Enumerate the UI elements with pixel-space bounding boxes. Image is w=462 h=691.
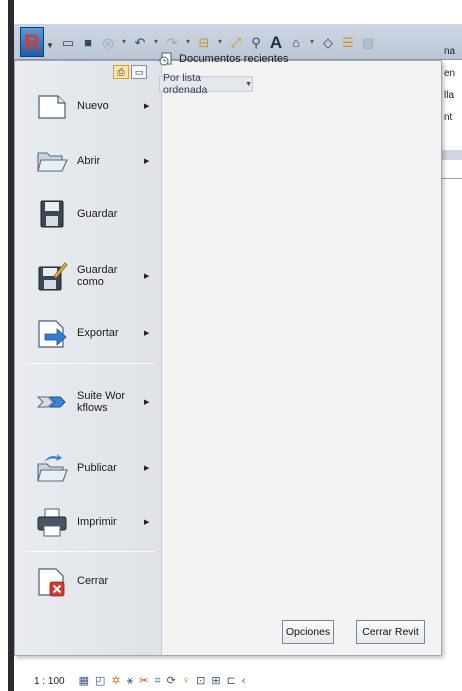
background-text: na xyxy=(444,46,456,57)
exit-revit-button-label: Cerrar Revit xyxy=(362,626,419,638)
text-icon[interactable]: A xyxy=(268,34,284,51)
submenu-arrow-icon: ▶ xyxy=(144,399,150,406)
menu-item-export[interactable]: Exportar ▶ xyxy=(15,313,162,353)
chevron-down-icon: ▼ xyxy=(245,80,252,88)
menu-item-label: Imprimir xyxy=(77,516,117,528)
detail-level-icon[interactable]: ▦ xyxy=(79,675,89,687)
menu-item-label: Exportar xyxy=(77,327,119,339)
background-text: nt xyxy=(444,112,453,123)
3d-view-icon[interactable]: ⌂ xyxy=(288,34,304,50)
menu-item-new[interactable]: Nuevo ▶ xyxy=(15,86,162,126)
redo-icon[interactable]: ↷ xyxy=(164,34,180,50)
measure-icon[interactable]: ⊟ xyxy=(196,34,212,50)
open-documents-view-icon[interactable]: ▭ xyxy=(131,65,147,79)
menu-item-label: Publicar xyxy=(77,462,117,474)
print-icon xyxy=(37,508,67,537)
chevron-down-icon: ▼ xyxy=(46,41,54,50)
suite-workflow-icon xyxy=(36,396,66,408)
temporary-hide-icon[interactable]: ⟳ xyxy=(167,675,176,687)
background-text: en xyxy=(444,68,456,79)
background-text: lla xyxy=(444,90,455,101)
sync-icon[interactable]: ◎ xyxy=(100,34,116,50)
export-icon xyxy=(38,320,67,348)
menu-item-label: Guardar como xyxy=(77,264,118,288)
tag-icon[interactable]: ⚲ xyxy=(248,34,264,50)
application-menu: ⎙ ▭ Nuevo ▶ Abrir ▶ Guardar Guardar como… xyxy=(14,60,442,656)
background-bar xyxy=(442,150,462,160)
save-disk-icon xyxy=(40,200,64,228)
section-icon[interactable]: ◇ xyxy=(320,34,336,50)
analytical-model-icon[interactable]: ⊡ xyxy=(196,675,205,687)
menu-item-label: Nuevo xyxy=(77,100,109,112)
view-scale[interactable]: 1 : 100 xyxy=(34,676,65,687)
submenu-arrow-icon: ▶ xyxy=(144,465,150,472)
collapse-arrow-icon[interactable]: ‹ xyxy=(242,675,246,687)
3d-view-dropdown-icon[interactable]: ▾ xyxy=(308,34,316,50)
recent-documents-header: Documentos recientes xyxy=(159,52,288,66)
submenu-arrow-icon: ▶ xyxy=(144,330,150,337)
measure-dropdown-icon[interactable]: ▾ xyxy=(216,34,224,50)
options-button[interactable]: Opciones xyxy=(282,620,334,644)
background-divider xyxy=(442,178,462,179)
exit-revit-button[interactable]: Cerrar Revit xyxy=(356,620,425,644)
recent-documents-title: Documentos recientes xyxy=(179,53,289,65)
open-folder-icon[interactable]: ▭ xyxy=(60,34,76,50)
submenu-arrow-icon: ▶ xyxy=(144,519,150,526)
recent-documents-view-icon[interactable]: ⎙ xyxy=(113,65,129,79)
show-crop-region-icon[interactable]: ⌗ xyxy=(154,675,160,687)
shadows-icon[interactable]: ⚹ xyxy=(127,675,134,687)
menu-item-publish[interactable]: Publicar ▶ xyxy=(15,448,162,488)
constraints-icon[interactable]: ⊏ xyxy=(227,675,236,687)
submenu-arrow-icon: ▶ xyxy=(144,103,150,110)
sort-dropdown[interactable]: Por lista ordenada ▼ xyxy=(159,72,253,96)
undo-dropdown-icon[interactable]: ▾ xyxy=(152,34,160,50)
menu-item-label: Cerrar xyxy=(77,575,109,587)
menu-item-close[interactable]: Cerrar xyxy=(15,561,162,601)
sun-path-icon[interactable]: ✲ xyxy=(111,675,120,687)
save-icon[interactable]: ■ xyxy=(80,34,96,50)
highlight-displacement-icon[interactable]: ⊞ xyxy=(211,675,220,687)
dimension-icon[interactable]: ⤢ xyxy=(228,34,244,50)
sort-dropdown-value: Por lista ordenada xyxy=(163,72,208,96)
menu-item-suite-workflows[interactable]: Suite Workflows ▶ xyxy=(15,382,162,422)
background-ribbon-fragment: na en lla nt xyxy=(442,46,462,180)
undo-icon[interactable]: ↶ xyxy=(132,34,148,50)
menu-item-label: Guardar xyxy=(77,208,118,220)
new-document-icon xyxy=(38,95,66,119)
application-menu-commands: ⎙ ▭ Nuevo ▶ Abrir ▶ Guardar Guardar como… xyxy=(15,61,162,655)
close-document-icon xyxy=(38,568,65,597)
thin-lines-icon[interactable]: ☰ xyxy=(340,34,356,50)
reveal-hidden-icon[interactable]: ♀ xyxy=(182,675,190,687)
switch-windows-icon[interactable]: ▤ xyxy=(360,34,376,50)
redo-dropdown-icon[interactable]: ▾ xyxy=(184,34,192,50)
menu-divider xyxy=(25,551,155,552)
menu-item-label: Suite Workflows xyxy=(77,390,126,414)
recent-view-toggle: ⎙ ▭ xyxy=(113,65,147,79)
submenu-arrow-icon: ▶ xyxy=(144,273,150,280)
crop-view-icon[interactable]: ✂ xyxy=(139,675,148,687)
menu-item-print[interactable]: Imprimir ▶ xyxy=(15,502,162,542)
menu-item-save-as[interactable]: Guardar como ▶ xyxy=(15,256,162,296)
menu-divider xyxy=(25,363,155,364)
revit-logo-icon: R xyxy=(20,27,44,57)
window-edge xyxy=(0,0,14,691)
publish-icon xyxy=(37,454,68,482)
open-folder-icon xyxy=(37,152,68,172)
submenu-arrow-icon: ▶ xyxy=(144,158,150,165)
save-as-icon xyxy=(38,262,68,291)
view-control-bar: 1 : 100 ▦ ◰ ✲ ⚹ ✂ ⌗ ⟳ ♀ ⊡ ⊞ ⊏ ‹ xyxy=(14,672,245,690)
menu-item-open[interactable]: Abrir ▶ xyxy=(15,141,162,181)
menu-item-save[interactable]: Guardar xyxy=(15,194,162,234)
recent-documents-icon xyxy=(159,52,172,66)
options-button-label: Opciones xyxy=(285,626,331,638)
application-menu-button[interactable]: R ▼ xyxy=(18,27,54,59)
sync-dropdown-icon[interactable]: ▾ xyxy=(120,34,128,50)
visual-style-icon[interactable]: ◰ xyxy=(95,675,105,687)
menu-item-label: Abrir xyxy=(77,155,101,167)
